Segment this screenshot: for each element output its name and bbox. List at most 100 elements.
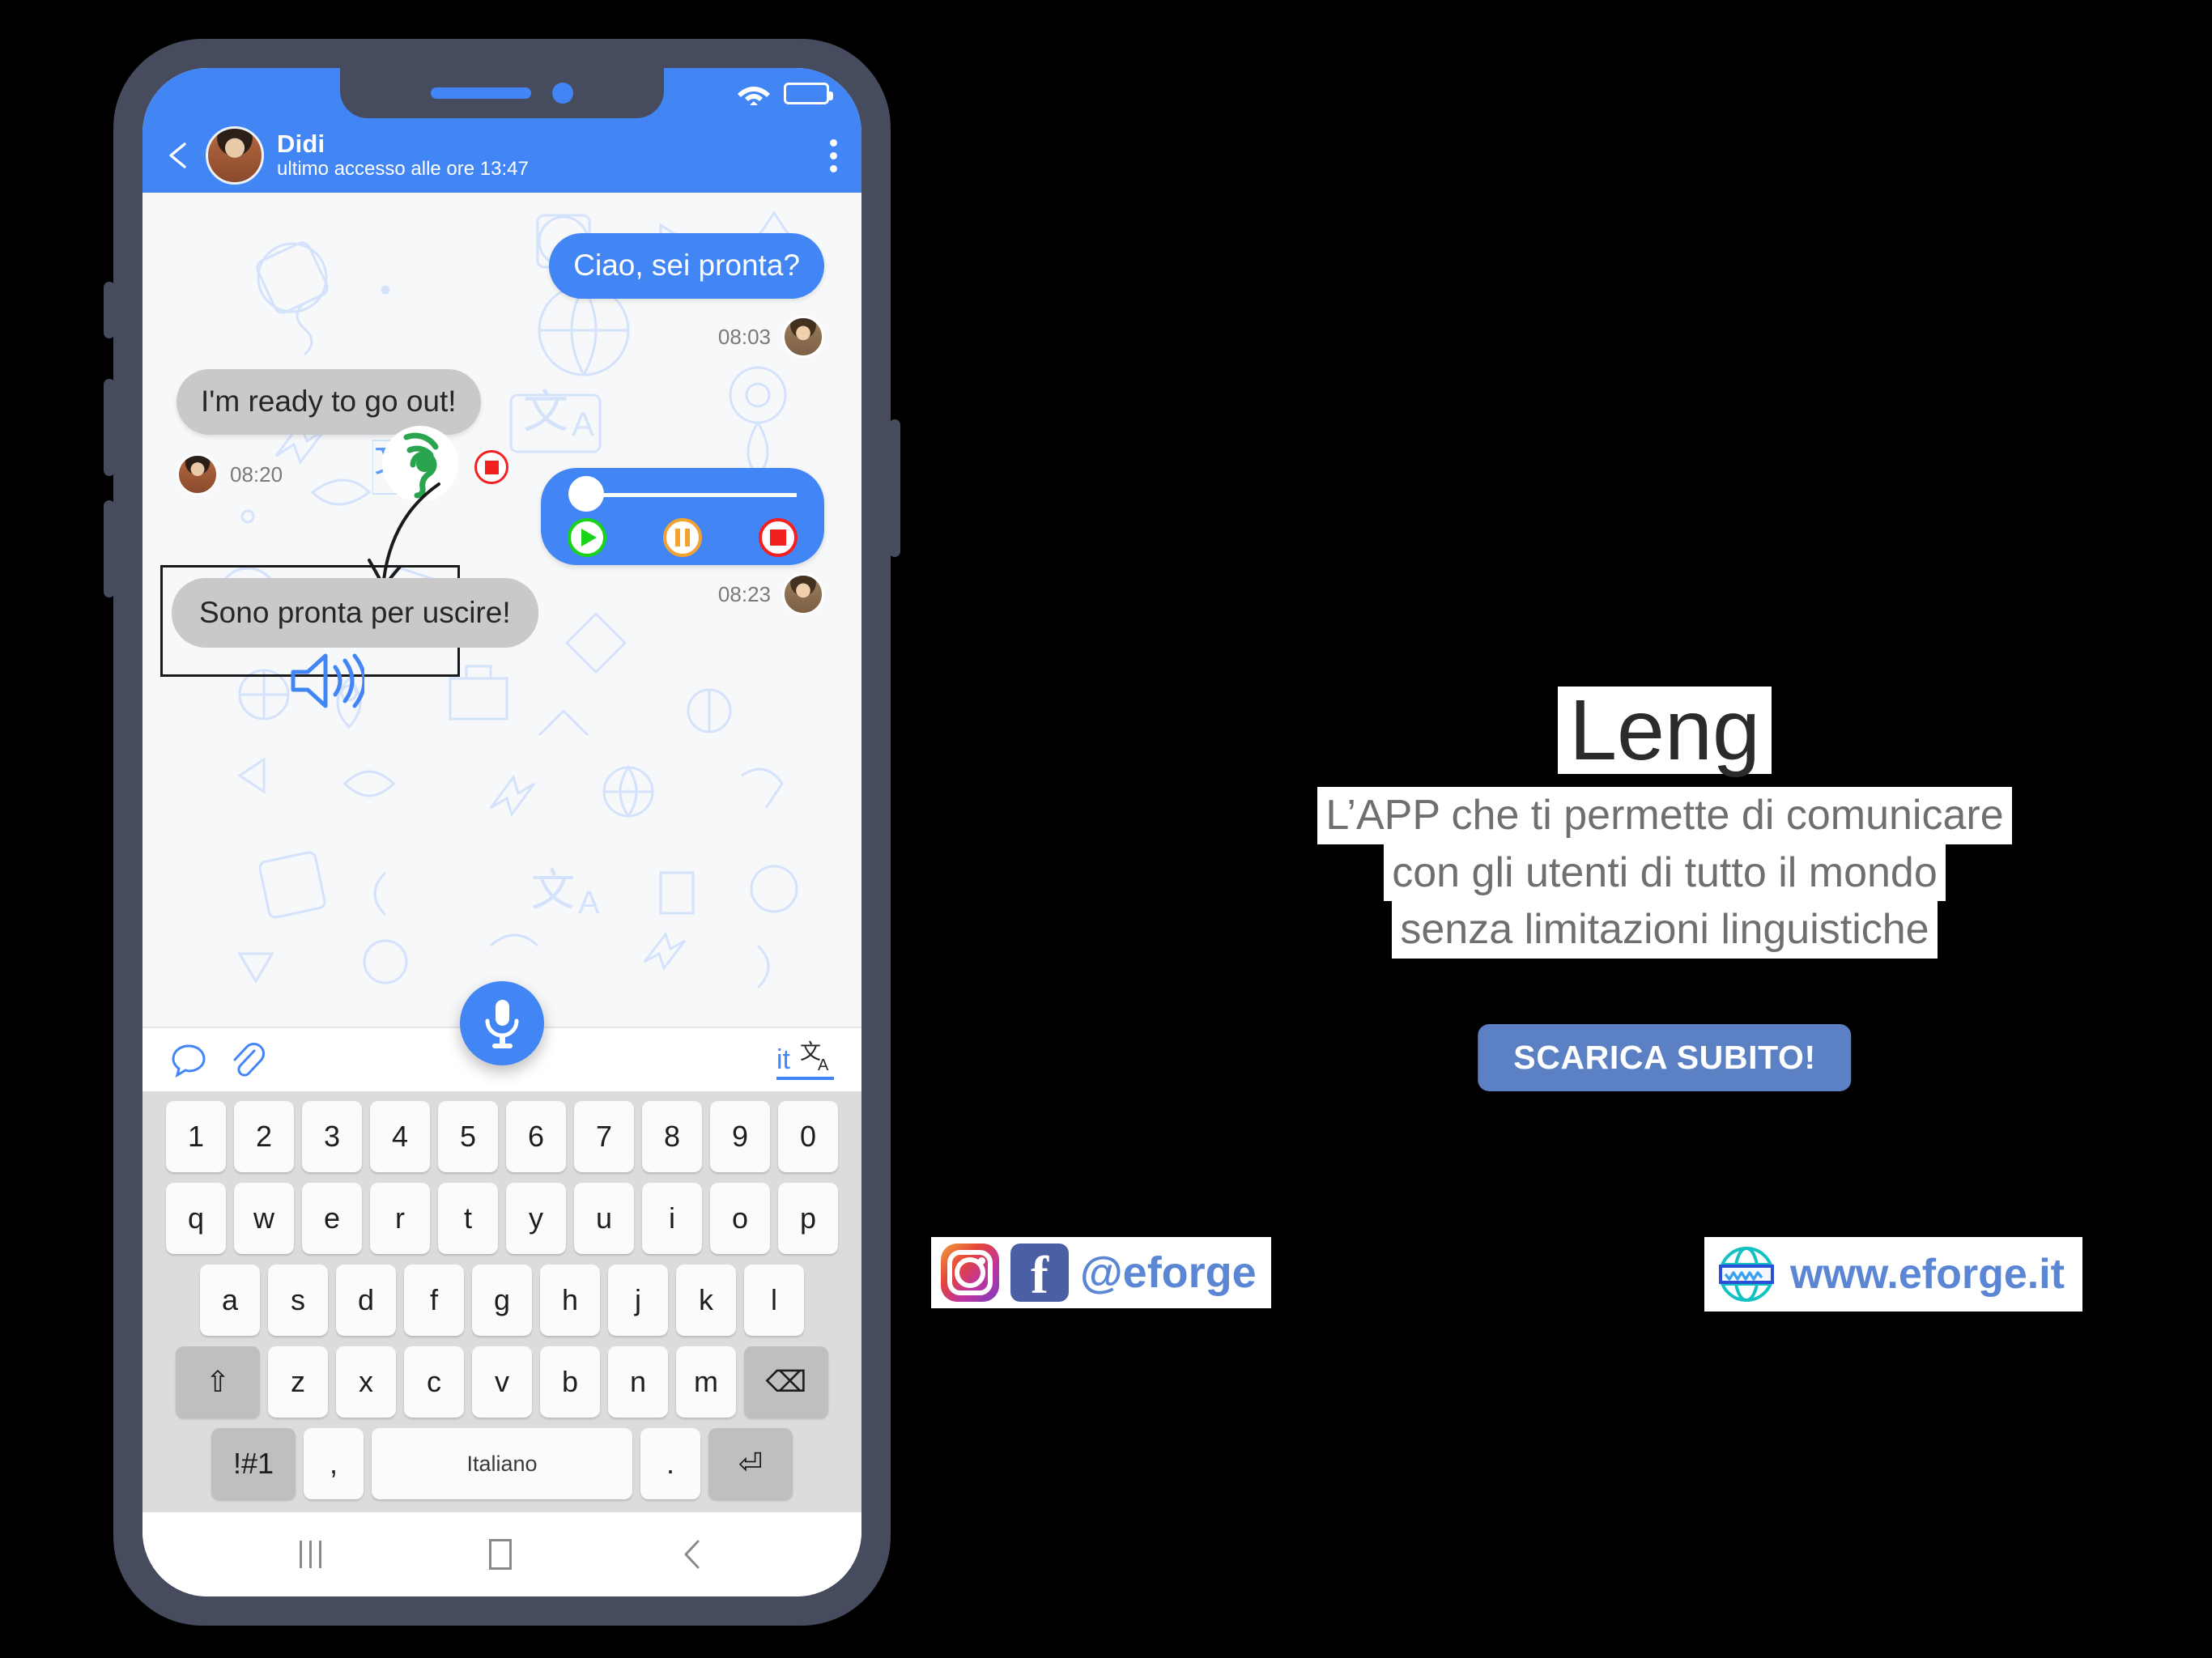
key-w[interactable]: w	[234, 1183, 294, 1254]
key-o[interactable]: o	[710, 1183, 770, 1254]
key-8[interactable]: 8	[642, 1101, 702, 1172]
key-t[interactable]: t	[438, 1183, 498, 1254]
key-3[interactable]: 3	[302, 1101, 362, 1172]
key-l[interactable]: l	[744, 1265, 804, 1336]
key-p[interactable]: p	[778, 1183, 838, 1254]
paperclip-icon[interactable]	[228, 1041, 266, 1078]
avatar[interactable]	[206, 126, 264, 185]
home-icon[interactable]	[489, 1539, 513, 1570]
language-selector[interactable]: it 文 A	[776, 1039, 834, 1080]
key-5[interactable]: 5	[438, 1101, 498, 1172]
facebook-icon[interactable]: f	[1010, 1244, 1069, 1303]
phone-button-volume-up[interactable]	[104, 379, 115, 476]
stop-button[interactable]	[759, 518, 798, 557]
key-x[interactable]: x	[336, 1346, 396, 1418]
key-r[interactable]: r	[370, 1183, 430, 1254]
key-c[interactable]: c	[404, 1346, 464, 1418]
key-v[interactable]: v	[472, 1346, 532, 1418]
key-7[interactable]: 7	[574, 1101, 634, 1172]
key-e[interactable]: e	[302, 1183, 362, 1254]
website-link[interactable]: www.eforge.it	[1704, 1237, 2082, 1312]
space-key[interactable]: Italiano	[372, 1428, 632, 1499]
tagline: L’APP che ti permette di comunicare con …	[1117, 787, 2212, 959]
back-arrow-icon[interactable]	[160, 136, 199, 175]
brand-name-text: Leng	[1558, 687, 1772, 774]
download-button[interactable]: SCARICA SUBITO!	[1478, 1024, 1852, 1091]
instagram-icon[interactable]	[941, 1244, 999, 1302]
period-key[interactable]: .	[640, 1428, 700, 1499]
audio-controls	[541, 518, 824, 557]
phone-button-volume-down[interactable]	[104, 500, 115, 597]
message-bubble-incoming[interactable]: I'm ready to go out!	[177, 369, 481, 435]
message-time: 08:03	[717, 324, 771, 349]
pause-button[interactable]	[663, 518, 702, 557]
key-y[interactable]: y	[506, 1183, 566, 1254]
message-meta: 08:20	[177, 453, 283, 495]
play-button[interactable]	[568, 518, 606, 557]
messages-layer: Ciao, sei pronta? 08:03 I'm ready to go …	[143, 193, 861, 1027]
audio-progress-slider[interactable]	[568, 476, 797, 512]
avatar	[782, 316, 824, 358]
battery-icon	[784, 82, 833, 104]
key-i[interactable]: i	[642, 1183, 702, 1254]
microphone-icon	[485, 1000, 519, 1048]
speaker-output-icon[interactable]	[288, 651, 364, 711]
phone-button-silent[interactable]	[104, 282, 115, 338]
key-z[interactable]: z	[268, 1346, 328, 1418]
key-u[interactable]: u	[574, 1183, 634, 1254]
chat-header-text: Didi ultimo accesso alle ore 13:47	[277, 130, 829, 181]
key-4[interactable]: 4	[370, 1101, 430, 1172]
key-n[interactable]: n	[608, 1346, 668, 1418]
chat-bubble-icon[interactable]	[170, 1041, 207, 1078]
key-g[interactable]: g	[472, 1265, 532, 1336]
phone-notch	[340, 68, 664, 118]
kebab-menu-icon[interactable]	[829, 138, 837, 172]
record-voice-button[interactable]	[460, 981, 544, 1065]
key-d[interactable]: d	[336, 1265, 396, 1336]
chat-header: Didi ultimo accesso alle ore 13:47	[143, 118, 861, 193]
tagline-line-1: L’APP che ti permette di comunicare	[1317, 787, 2012, 844]
keyboard-row-space: !#1 , Italiano . ⏎	[151, 1428, 853, 1499]
key-j[interactable]: j	[608, 1265, 668, 1336]
virtual-keyboard[interactable]: 1 2 3 4 5 6 7 8 9 0 q w e r t y u i o p …	[143, 1091, 861, 1512]
shift-key[interactable]: ⇧	[176, 1346, 260, 1418]
social-handles[interactable]: f @eforge	[931, 1237, 1271, 1308]
message-time: 08:23	[717, 581, 771, 606]
key-q[interactable]: q	[166, 1183, 226, 1254]
key-6[interactable]: 6	[506, 1101, 566, 1172]
key-a[interactable]: a	[200, 1265, 260, 1336]
symbols-key[interactable]: !#1	[211, 1428, 296, 1499]
svg-text:A: A	[818, 1056, 829, 1073]
audio-player-bubble[interactable]	[541, 468, 824, 565]
key-m[interactable]: m	[676, 1346, 736, 1418]
key-1[interactable]: 1	[166, 1101, 226, 1172]
key-f[interactable]: f	[404, 1265, 464, 1336]
keyboard-row-bottom: ⇧ z x c v b n m ⌫	[151, 1346, 853, 1418]
backspace-key[interactable]: ⌫	[744, 1346, 828, 1418]
enter-key[interactable]: ⏎	[708, 1428, 793, 1499]
translate-icon[interactable]: 文 A	[800, 1039, 834, 1073]
back-icon[interactable]	[680, 1538, 704, 1571]
key-s[interactable]: s	[268, 1265, 328, 1336]
recents-icon[interactable]	[299, 1541, 321, 1568]
stop-recording-icon[interactable]	[474, 450, 508, 484]
key-b[interactable]: b	[540, 1346, 600, 1418]
tagline-line-2: con gli utenti di tutto il mondo	[1384, 844, 1946, 902]
comma-key[interactable]: ,	[304, 1428, 364, 1499]
key-9[interactable]: 9	[710, 1101, 770, 1172]
phone-button-power[interactable]	[889, 419, 900, 557]
website-label: www.eforge.it	[1790, 1251, 2065, 1298]
message-bubble-outgoing[interactable]: Ciao, sei pronta?	[549, 233, 824, 299]
globe-icon	[1719, 1247, 1774, 1302]
key-2[interactable]: 2	[234, 1101, 294, 1172]
key-0[interactable]: 0	[778, 1101, 838, 1172]
input-left-actions	[170, 1041, 266, 1078]
android-nav-bar	[143, 1512, 861, 1596]
message-bubble-translated[interactable]: Sono pronta per uscire!	[172, 578, 538, 648]
chat-message-list[interactable]: 文 A 文 A Ciao, sei pronta? 08:03 I'm read…	[143, 193, 861, 1027]
keyboard-row-middle: a s d f g h j k l	[151, 1265, 853, 1336]
key-h[interactable]: h	[540, 1265, 600, 1336]
key-k[interactable]: k	[676, 1265, 736, 1336]
audio-knob[interactable]	[568, 476, 604, 512]
phone-mockup: Didi ultimo accesso alle ore 13:47 文 A 文…	[104, 39, 900, 1626]
